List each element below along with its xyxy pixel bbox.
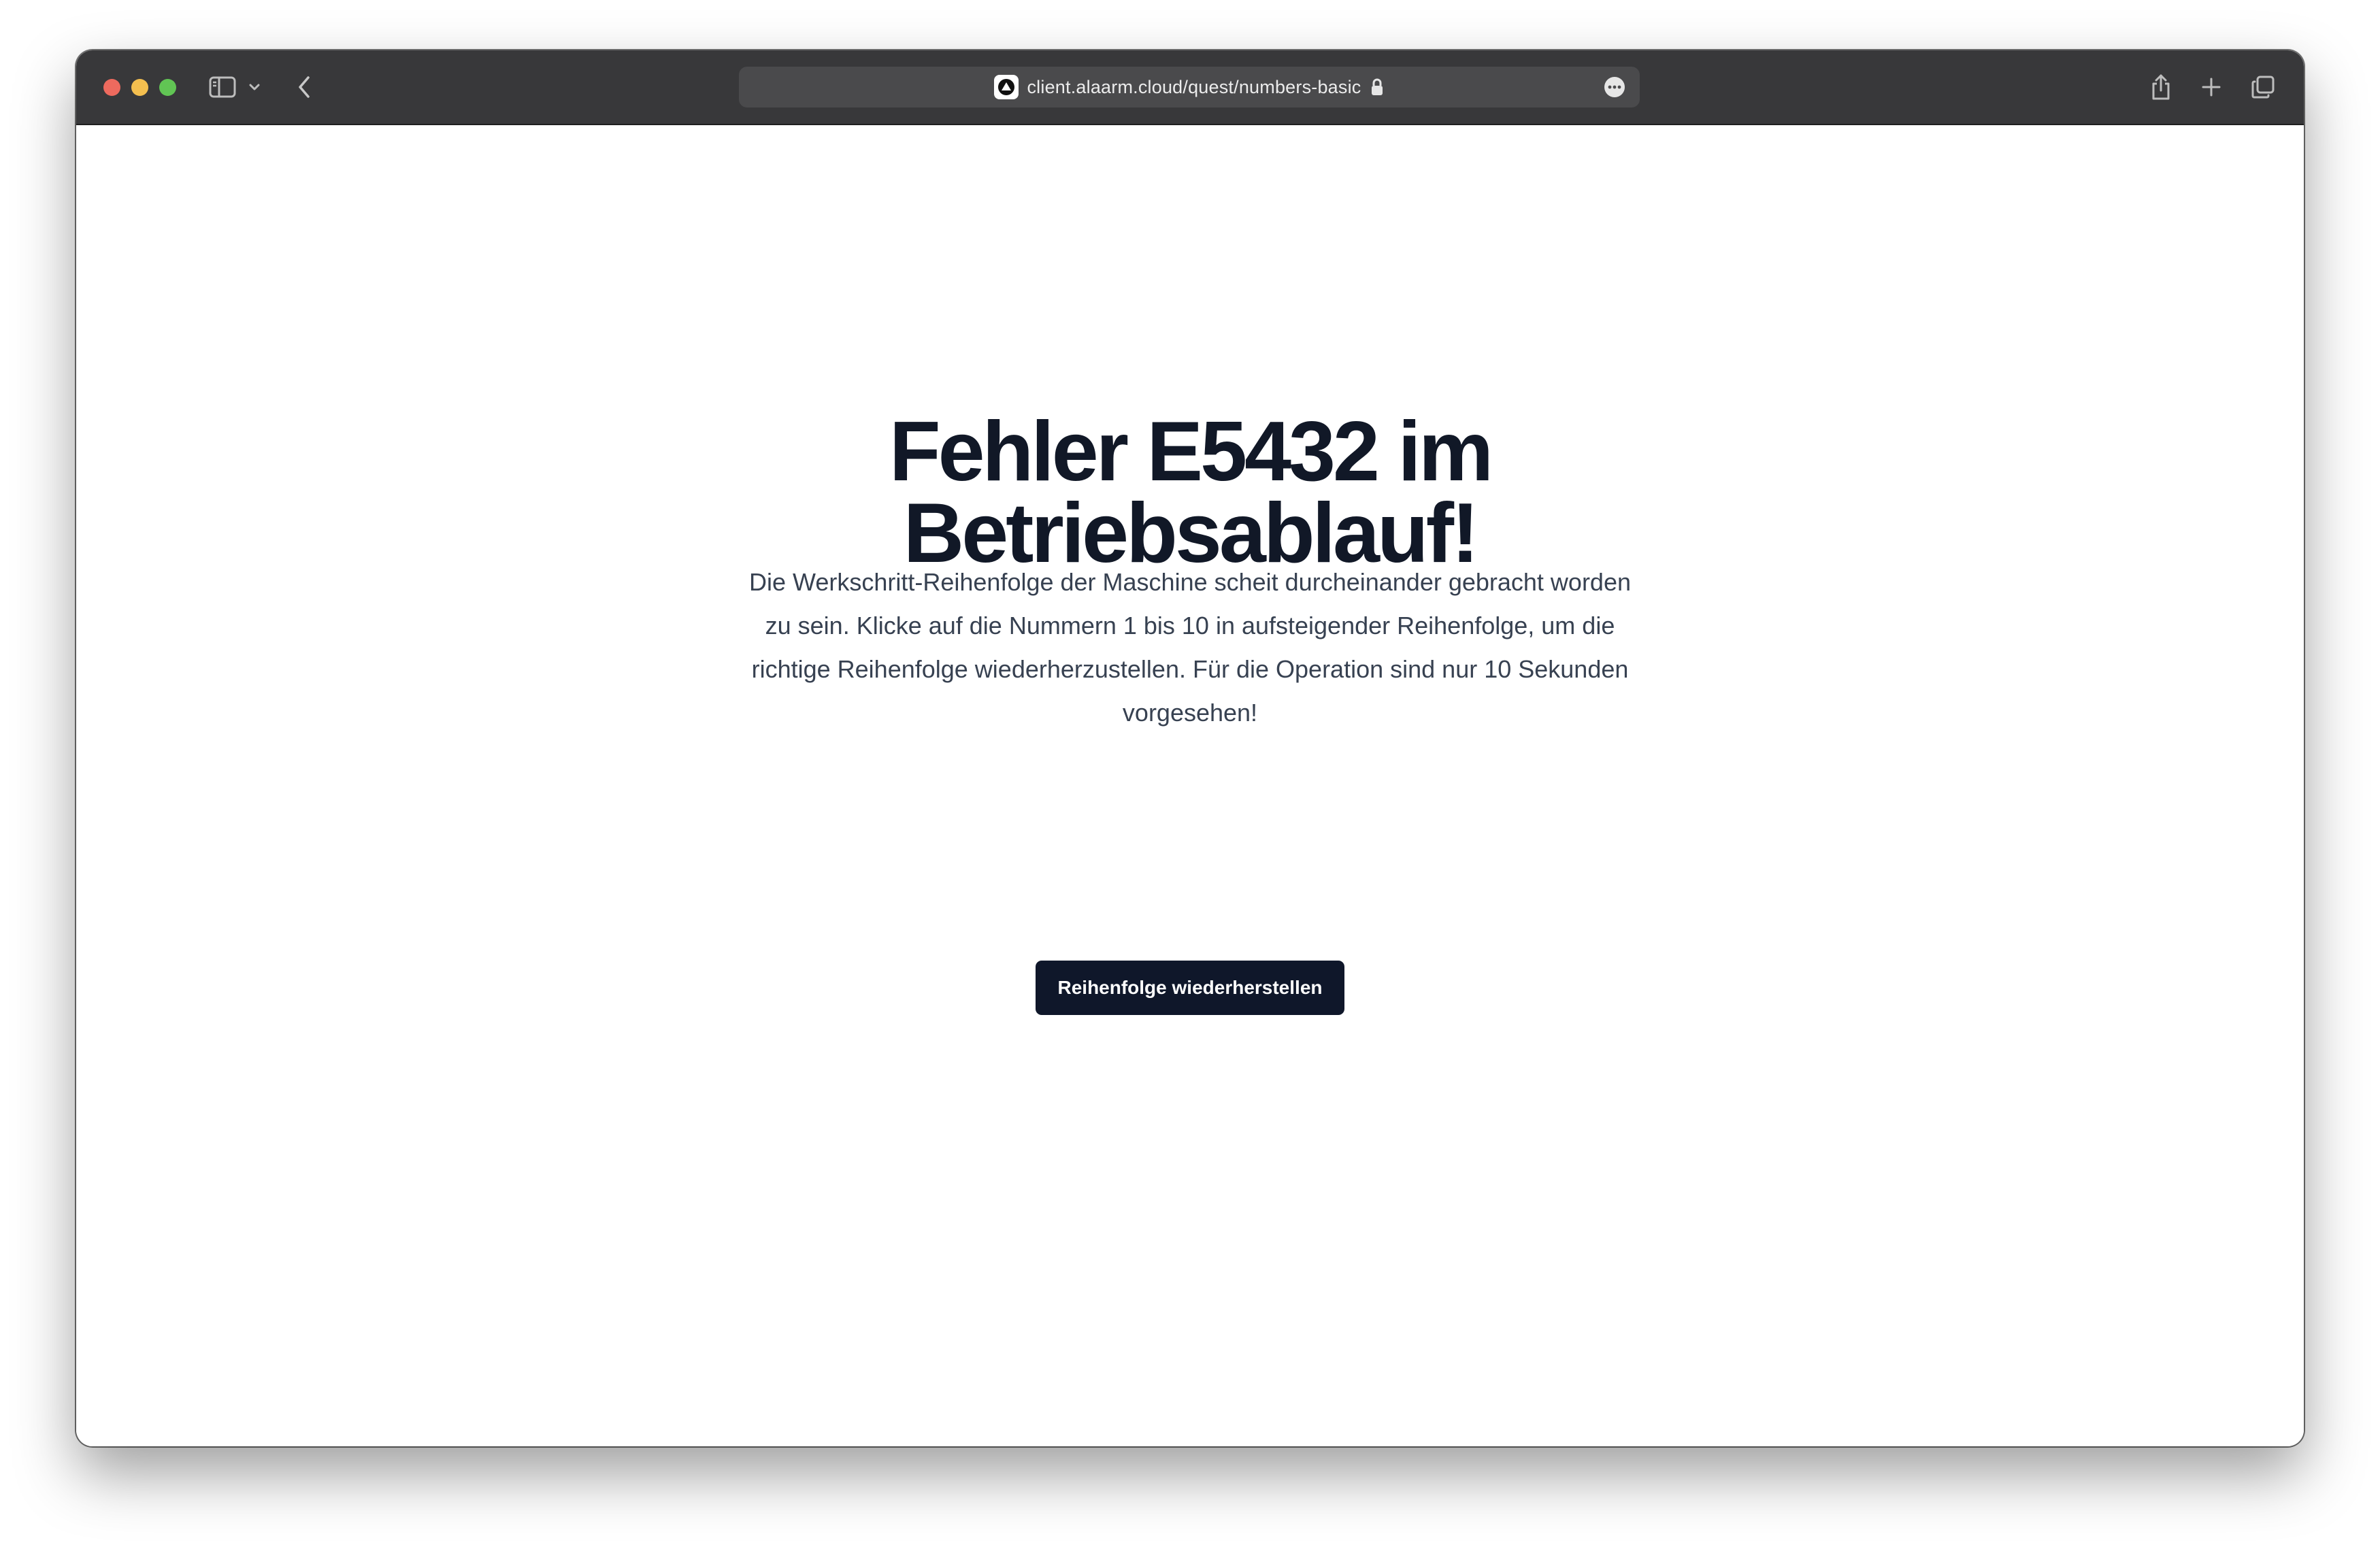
browser-window: client.alaarm.cloud/quest/numbers-basic — [76, 50, 2304, 1446]
close-window-button[interactable] — [103, 79, 120, 96]
address-bar[interactable]: client.alaarm.cloud/quest/numbers-basic — [739, 67, 1640, 107]
address-bar-content: client.alaarm.cloud/quest/numbers-basic — [739, 67, 1640, 107]
tab-overview-icon[interactable] — [2248, 71, 2278, 103]
chevron-down-icon[interactable] — [246, 71, 263, 103]
sidebar-icon[interactable] — [207, 71, 238, 103]
restore-order-button[interactable]: Reihenfolge wiederherstellen — [1036, 961, 1344, 1015]
task-description: Die Werkschritt-Reihenfolge der Maschine… — [749, 568, 1631, 727]
lock-icon — [1370, 77, 1385, 97]
zoom-window-button[interactable] — [159, 79, 176, 96]
plus-icon[interactable] — [2198, 71, 2225, 103]
site-favicon-icon — [994, 75, 1019, 99]
page-title-line-1: Fehler E5432 im — [889, 405, 1493, 499]
url-text: client.alaarm.cloud/quest/numbers-basic — [1027, 76, 1361, 97]
browser-toolbar: client.alaarm.cloud/quest/numbers-basic — [76, 50, 2304, 125]
ellipsis-circle-icon[interactable] — [1604, 77, 1625, 97]
minimize-window-button[interactable] — [131, 79, 148, 96]
page-title: Fehler E5432 im Betriebsablauf! — [76, 405, 2304, 576]
chevron-left-icon[interactable] — [293, 71, 316, 103]
page-content: Fehler E5432 im Betriebsablauf! Die Werk… — [76, 125, 2304, 1446]
share-icon[interactable] — [2147, 71, 2175, 103]
